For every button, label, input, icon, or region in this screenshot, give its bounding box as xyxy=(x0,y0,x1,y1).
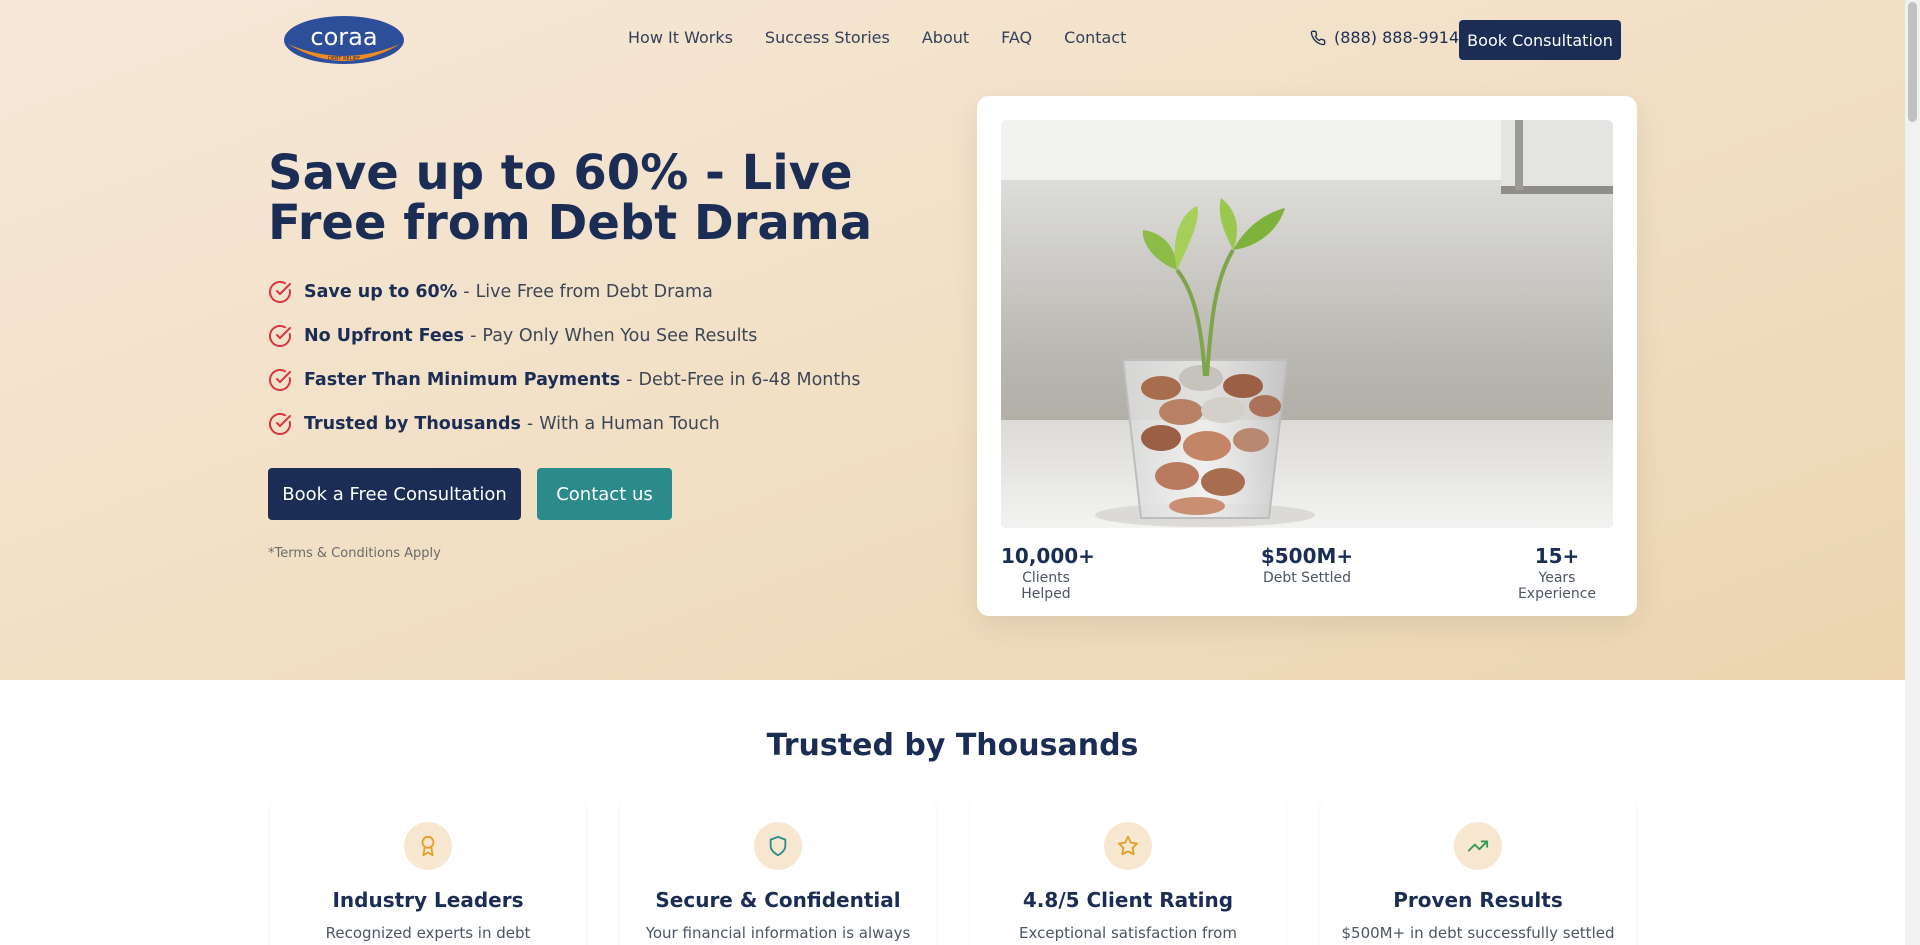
feature-text: With a Human Touch xyxy=(539,414,720,434)
feature-item: No Upfront Fees - Pay Only When You See Re… xyxy=(268,314,860,358)
star-icon xyxy=(1117,835,1139,856)
logo-tagline: DEBT RELIEF xyxy=(328,56,360,62)
feature-separator: - xyxy=(526,414,534,434)
trust-card-industry-leaders: Industry Leaders Recognized experts in d… xyxy=(270,798,586,945)
check-circle-icon xyxy=(269,412,291,435)
check-circle-icon xyxy=(269,368,291,391)
book-consultation-button[interactable]: Book Consultation xyxy=(1459,20,1621,60)
stat-value: 10,000+ xyxy=(1001,544,1095,568)
main-nav: How It Works Success Stories About FAQ C… xyxy=(628,28,1126,47)
stat-label: Clients Helped xyxy=(1021,570,1071,602)
logo-wordmark: coraa xyxy=(310,23,377,51)
stat-debt-settled: $500M+ Debt Settled xyxy=(1259,544,1355,586)
trust-icon-badge xyxy=(754,822,802,870)
feature-text: Live Free from Debt Drama xyxy=(475,282,713,302)
nav-about[interactable]: About xyxy=(922,28,969,47)
feature-item: Faster Than Minimum Payments - Debt-Free i… xyxy=(268,358,860,402)
shield-icon xyxy=(769,835,787,857)
feature-list: Save up to 60% - Live Free from Debt Drama… xyxy=(268,270,860,446)
trust-icon-badge xyxy=(1454,822,1502,870)
trust-icon-badge xyxy=(404,822,452,870)
trust-card-desc: Exceptional satisfaction from xyxy=(1019,924,1237,942)
hero-image-card: 10,000+ Clients Helped $500M+ Debt Settl… xyxy=(977,96,1637,616)
feature-separator: - xyxy=(626,370,633,390)
nav-how-it-works[interactable]: How It Works xyxy=(628,28,733,47)
stat-label: Debt Settled xyxy=(1262,570,1352,586)
stat-label: Years Experience xyxy=(1517,570,1597,602)
trust-card-title: Industry Leaders xyxy=(332,888,524,912)
trust-card-title: 4.8/5 Client Rating xyxy=(1022,888,1234,912)
nav-faq[interactable]: FAQ xyxy=(1001,28,1032,47)
check-circle-icon xyxy=(269,280,291,303)
trust-card-proven-results: Proven Results $500M+ in debt successful… xyxy=(1320,798,1636,945)
section-title: Trusted by Thousands xyxy=(766,728,1139,763)
feature-highlight: Save up to 60% xyxy=(304,282,458,302)
feature-text: Debt-Free in 6-48 Months xyxy=(638,370,861,390)
contact-us-button[interactable]: Contact us xyxy=(537,468,672,520)
trust-card-desc: Recognized experts in debt xyxy=(325,924,531,942)
trust-card-title: Secure & Confidential xyxy=(655,888,901,912)
feature-separator: - xyxy=(463,282,470,302)
feature-text: Pay Only When You See Results xyxy=(482,326,758,346)
feature-highlight: No Upfront Fees xyxy=(304,326,465,346)
scrollbar-thumb[interactable] xyxy=(1908,2,1917,122)
feature-item: Trusted by Thousands - With a Human Touch xyxy=(268,402,860,446)
trust-card-rating: 4.8/5 Client Rating Exceptional satisfac… xyxy=(970,798,1286,945)
stat-clients-helped: 10,000+ Clients Helped xyxy=(1001,544,1095,602)
trust-card-desc: $500M+ in debt successfully settled xyxy=(1341,924,1615,942)
stat-value: 15+ xyxy=(1534,544,1580,568)
trust-card-desc: Your financial information is always xyxy=(645,924,911,942)
award-icon xyxy=(421,835,435,857)
feature-highlight: Trusted by Thousands xyxy=(304,414,521,434)
phone-number: (888) 888-9914 xyxy=(1334,28,1460,47)
trust-icon-badge xyxy=(1104,822,1152,870)
nav-success-stories[interactable]: Success Stories xyxy=(765,28,890,47)
page-scrollbar[interactable] xyxy=(1905,0,1920,945)
stat-value: $500M+ xyxy=(1260,544,1354,568)
brand-logo[interactable]: coraa DEBT RELIEF xyxy=(283,14,405,66)
trust-card-secure: Secure & Confidential Your financial inf… xyxy=(620,798,936,945)
phone-link[interactable]: (888) 888-9914 xyxy=(1310,28,1459,47)
trust-card-title: Proven Results xyxy=(1393,888,1563,912)
terms-note: *Terms & Conditions Apply xyxy=(268,546,441,561)
hero-title: Save up to 60% - Live Free from Debt Dra… xyxy=(268,145,873,251)
feature-separator: - xyxy=(470,326,477,346)
site-header: coraa DEBT RELIEF How It Works Success S… xyxy=(0,0,1905,80)
trending-up-icon xyxy=(1467,840,1489,852)
nav-contact[interactable]: Contact xyxy=(1064,28,1126,47)
stat-years-experience: 15+ Years Experience xyxy=(1501,544,1613,602)
check-circle-icon xyxy=(269,324,291,347)
book-free-consultation-button[interactable]: Book a Free Consultation xyxy=(268,468,521,520)
phone-icon xyxy=(1310,30,1326,45)
coin-jar-plant-photo xyxy=(1001,120,1613,528)
feature-highlight: Faster Than Minimum Payments xyxy=(304,370,621,390)
feature-item: Save up to 60% - Live Free from Debt Drama xyxy=(268,270,860,314)
